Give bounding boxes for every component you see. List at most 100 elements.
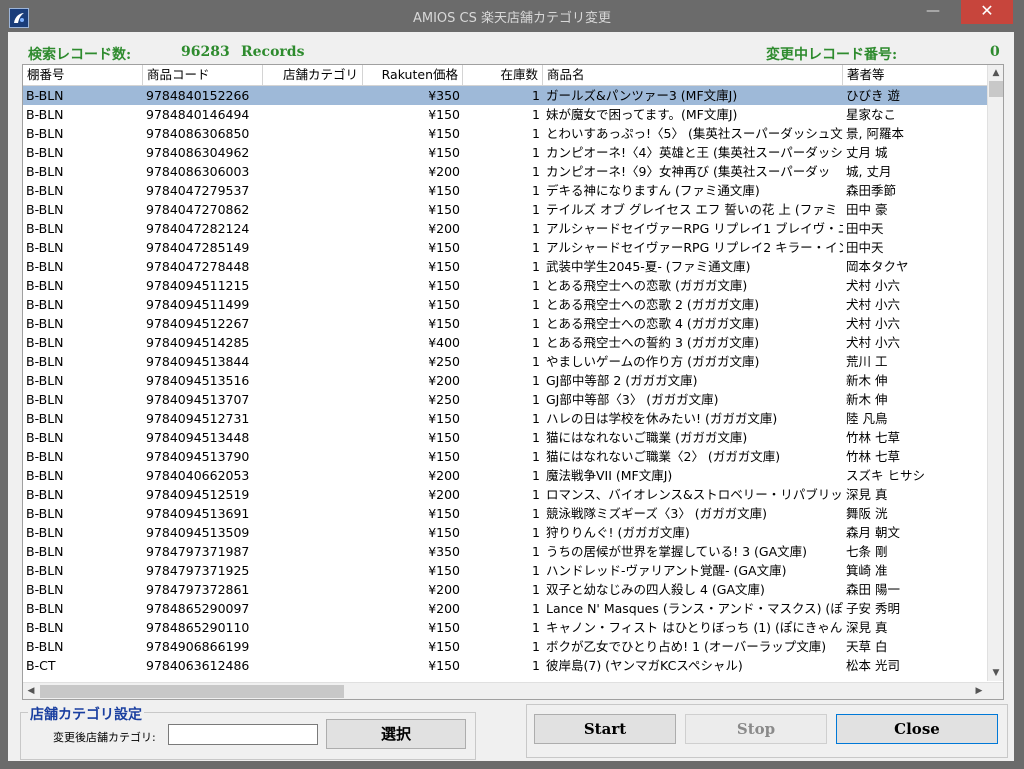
table-row[interactable]: B-BLN 9784094512731 ¥150 1 ハレの日は学校を休みたい! (ガガ…	[23, 409, 987, 428]
scroll-down-icon[interactable]: ▼	[988, 665, 1003, 681]
new-category-input[interactable]	[168, 724, 318, 745]
column-header-product-name[interactable]: 商品名	[543, 65, 843, 85]
table-row[interactable]: B-BLN 9784094513844 ¥250 1 やましいゲームの作り方 (ガガガ文…	[23, 352, 987, 371]
cell-product-name: GJ部中等部 2 (ガガガ文庫)	[546, 373, 698, 388]
vertical-scroll-thumb[interactable]	[989, 81, 1003, 97]
cell-stock: 1	[532, 202, 540, 217]
cell-store-category	[263, 580, 363, 599]
table-row[interactable]: B-BLN 9784094513448 ¥150 1 猫にはなれないご職業 (ガガガ文庫…	[23, 428, 987, 447]
stop-button[interactable]: Stop	[685, 714, 827, 744]
cell-shelf: B-BLN	[26, 563, 64, 578]
cell-rakuten-price: ¥350	[428, 88, 460, 103]
cell-rakuten-price: ¥150	[428, 183, 460, 198]
cell-product-code: 9784047270862	[146, 202, 250, 217]
cell-shelf: B-BLN	[26, 164, 64, 179]
table-row[interactable]: B-BLN 9784047282124 ¥200 1 アルシャードセイヴァーRPG リプ…	[23, 219, 987, 238]
cell-author: 景, 阿羅本	[846, 126, 904, 141]
table-row[interactable]: B-BLN 9784797372861 ¥200 1 双子と幼なじみの四人殺し 4 (G…	[23, 580, 987, 599]
close-button[interactable]: Close	[836, 714, 998, 744]
cell-stock: 1	[532, 126, 540, 141]
table-row[interactable]: B-BLN 9784865290110 ¥150 1 キャノン・フィスト はひとりぼっち…	[23, 618, 987, 637]
cell-product-code: 9784094511215	[146, 278, 250, 293]
table-row[interactable]: B-BLN 9784797371987 ¥350 1 うちの居候が世界を掌握している! …	[23, 542, 987, 561]
cell-store-category	[263, 352, 363, 371]
table-row[interactable]: B-BLN 9784094511499 ¥150 1 とある飛空士への恋歌 2 (ガガガ…	[23, 295, 987, 314]
table-row[interactable]: B-BLN 9784047285149 ¥150 1 アルシャードセイヴァーRPG リプ…	[23, 238, 987, 257]
cell-stock: 1	[532, 620, 540, 635]
cell-rakuten-price: ¥150	[428, 240, 460, 255]
cell-shelf: B-BLN	[26, 316, 64, 331]
cell-stock: 1	[532, 221, 540, 236]
table-row[interactable]: B-BLN 9784086306003 ¥200 1 カンピオーネ!〈9〉女神再び (集…	[23, 162, 987, 181]
cell-rakuten-price: ¥200	[428, 221, 460, 236]
cell-author: 城, 丈月	[846, 164, 892, 179]
table-row[interactable]: B-BLN 9784040662053 ¥200 1 魔法戦争VII (MF文庫J) スズ…	[23, 466, 987, 485]
table-row[interactable]: B-BLN 9784086306850 ¥150 1 とわいすあっぷっ!〈5〉 (集英社…	[23, 124, 987, 143]
table-row[interactable]: B-BLN 9784840146494 ¥150 1 妹が魔女で困ってます。(MF文庫J…	[23, 105, 987, 124]
cell-rakuten-price: ¥150	[428, 449, 460, 464]
cell-stock: 1	[532, 354, 540, 369]
title-bar[interactable]: AMIOS CS 楽天店舗カテゴリ変更 — ✕	[0, 0, 1024, 32]
horizontal-scrollbar[interactable]: ◀ ▶	[23, 682, 1003, 699]
cell-shelf: B-BLN	[26, 126, 64, 141]
table-row[interactable]: B-BLN 9784094512267 ¥150 1 とある飛空士への恋歌 4 (ガガガ…	[23, 314, 987, 333]
cell-product-name: 双子と幼なじみの四人殺し 4 (GA文庫)	[546, 582, 765, 597]
cell-product-code: 9784094513844	[146, 354, 250, 369]
column-header-store-category[interactable]: 店舗カテゴリ	[263, 65, 363, 85]
column-header-product-code[interactable]: 商品コード	[143, 65, 263, 85]
cell-rakuten-price: ¥150	[428, 430, 460, 445]
table-row[interactable]: B-BLN 9784094512519 ¥200 1 ロマンス、バイオレンス&ストロベリ…	[23, 485, 987, 504]
close-window-button[interactable]: ✕	[961, 0, 1013, 24]
cell-product-code: 9784094513448	[146, 430, 250, 445]
scroll-up-icon[interactable]: ▲	[988, 65, 1003, 81]
table-row[interactable]: B-BLN 9784094513707 ¥250 1 GJ部中等部〈3〉 (ガガガ文庫)…	[23, 390, 987, 409]
cell-author: 箕崎 准	[846, 563, 888, 578]
table-row[interactable]: B-BLN 9784047278448 ¥150 1 武装中学生2045-夏- (ファミ…	[23, 257, 987, 276]
cell-product-code: 9784094513707	[146, 392, 250, 407]
cell-product-name: ロマンス、バイオレンス&ストロベリー・リパブリック 2	[546, 487, 843, 502]
cell-shelf: B-BLN	[26, 259, 64, 274]
table-row[interactable]: B-CT 9784063612486 ¥150 1 彼岸島(7) (ヤンマガKCスペシャ…	[23, 656, 987, 675]
cell-stock: 1	[532, 164, 540, 179]
table-row[interactable]: B-BLN 9784906866199 ¥150 1 ボクが乙女でひとり占め! 1 (オ…	[23, 637, 987, 656]
table-row[interactable]: B-BLN 9784094514285 ¥400 1 とある飛空士への誓約 3 (ガガガ…	[23, 333, 987, 352]
cell-rakuten-price: ¥200	[428, 164, 460, 179]
column-header-stock[interactable]: 在庫数	[463, 65, 543, 85]
cell-product-code: 9784094513509	[146, 525, 250, 540]
column-header-author[interactable]: 著者等	[843, 65, 987, 85]
column-header-rakuten-price[interactable]: Rakuten価格	[363, 65, 463, 85]
start-button[interactable]: Start	[534, 714, 676, 744]
column-header-shelf[interactable]: 棚番号	[23, 65, 143, 85]
cell-product-code: 9784047282124	[146, 221, 250, 236]
table-row[interactable]: B-BLN 9784047279537 ¥150 1 デキる神になりますん (ファミ通文…	[23, 181, 987, 200]
cell-rakuten-price: ¥150	[428, 525, 460, 540]
table-row[interactable]: B-BLN 9784865290097 ¥200 1 Lance N' Masques …	[23, 599, 987, 618]
cell-rakuten-price: ¥200	[428, 468, 460, 483]
cell-product-name: ボクが乙女でひとり占め! 1 (オーバーラップ文庫)	[546, 639, 827, 654]
table-row[interactable]: B-BLN 9784094513516 ¥200 1 GJ部中等部 2 (ガガガ文庫) 新…	[23, 371, 987, 390]
vertical-scrollbar[interactable]: ▲ ▼	[987, 65, 1003, 681]
cell-store-category	[263, 466, 363, 485]
table-row[interactable]: B-BLN 9784797371925 ¥150 1 ハンドレッド-ヴァリアント覚醒- …	[23, 561, 987, 580]
minimize-button[interactable]: —	[918, 0, 948, 24]
cell-rakuten-price: ¥150	[428, 202, 460, 217]
scroll-right-icon[interactable]: ▶	[971, 683, 987, 699]
cell-shelf: B-BLN	[26, 430, 64, 445]
table-row[interactable]: B-BLN 9784047270862 ¥150 1 テイルズ オブ グレイセス エフ …	[23, 200, 987, 219]
table-row[interactable]: B-BLN 9784086304962 ¥150 1 カンピオーネ!〈4〉英雄と王 (集…	[23, 143, 987, 162]
records-grid[interactable]: 棚番号 商品コード 店舗カテゴリ Rakuten価格 在庫数 商品名 著者等 B…	[22, 64, 1004, 700]
table-row[interactable]: B-BLN 9784094513509 ¥150 1 狩りりんぐ! (ガガガ文庫) 森月 …	[23, 523, 987, 542]
cell-author: 田中天	[846, 221, 884, 236]
cell-store-category	[263, 409, 363, 428]
horizontal-scroll-thumb[interactable]	[40, 685, 344, 698]
select-button[interactable]: 選択	[326, 719, 466, 749]
cell-stock: 1	[532, 658, 540, 673]
table-row[interactable]: B-BLN 9784094511215 ¥150 1 とある飛空士への恋歌 (ガガガ文庫…	[23, 276, 987, 295]
table-row[interactable]: B-BLN 9784094513691 ¥150 1 競泳戦隊ミズギーズ〈3〉 (ガガガ…	[23, 504, 987, 523]
cell-stock: 1	[532, 278, 540, 293]
table-row[interactable]: B-BLN 9784094513790 ¥150 1 猫にはなれないご職業〈2〉 (ガガ…	[23, 447, 987, 466]
scroll-left-icon[interactable]: ◀	[23, 683, 39, 699]
cell-store-category	[263, 561, 363, 580]
table-row[interactable]: B-BLN 9784840152266 ¥350 1 ガールズ&パンツァー3 (MF文庫…	[23, 86, 987, 105]
cell-product-code: 9784797372861	[146, 582, 250, 597]
